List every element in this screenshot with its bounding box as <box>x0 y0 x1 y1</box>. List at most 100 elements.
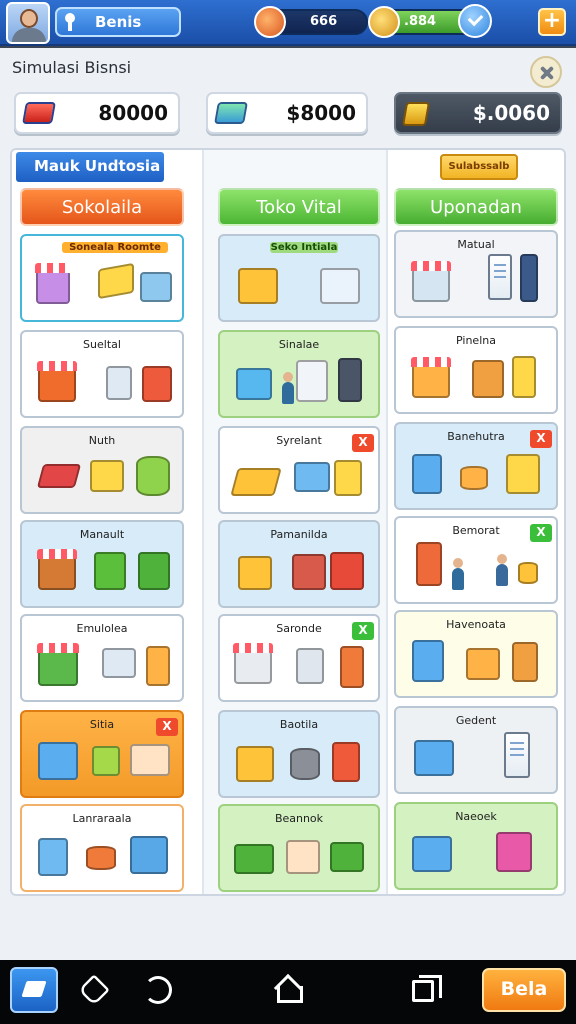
green-crate-icon <box>94 552 126 590</box>
business-card[interactable]: Baotila <box>218 710 380 798</box>
settings-icon[interactable] <box>530 56 562 88</box>
red-cabinet-icon <box>332 742 360 782</box>
shelf-icon <box>340 646 364 688</box>
document-icon <box>488 254 512 300</box>
cabinet-icon <box>146 646 170 686</box>
business-card[interactable]: Emulolea <box>20 614 184 702</box>
close-badge[interactable]: X <box>530 430 552 448</box>
business-card[interactable]: Seko Intiala <box>218 234 380 322</box>
person-icon <box>452 558 464 590</box>
close-badge[interactable]: X <box>352 622 374 640</box>
check-icon[interactable] <box>458 4 492 38</box>
vending-icon <box>296 360 328 402</box>
card-label: Lanraraala <box>72 812 132 825</box>
shop-icon <box>37 549 77 590</box>
cabinet-icon <box>472 360 504 398</box>
gold-coin-icon <box>401 102 431 126</box>
fridge-icon <box>412 640 444 682</box>
business-card[interactable]: Manault <box>20 520 184 608</box>
business-card[interactable]: Gedent <box>394 706 558 794</box>
cookie-icon <box>368 6 400 38</box>
business-card[interactable]: Banehutra X <box>394 422 558 510</box>
shop-icon <box>35 263 71 304</box>
card-label: Gedent <box>455 714 497 727</box>
business-card[interactable]: Havenoata <box>394 610 558 698</box>
document-icon <box>504 732 530 778</box>
parcel-icon <box>286 840 320 874</box>
person-icon <box>496 554 508 586</box>
currency-value-2: $8000 <box>286 101 356 125</box>
card-label: Soneala Roomte <box>62 242 168 253</box>
yellow-panel-icon <box>334 460 362 496</box>
blue-crate-icon <box>130 836 168 874</box>
barrel-icon <box>290 748 320 780</box>
avatar[interactable] <box>6 2 50 44</box>
register-icon <box>140 272 172 302</box>
card-label: Matual <box>457 238 495 251</box>
card-label: Pinelna <box>456 334 496 347</box>
close-badge[interactable]: X <box>352 434 374 452</box>
card-label: Manault <box>79 528 125 541</box>
home-icon[interactable] <box>274 976 303 1004</box>
business-card[interactable]: Pinelna <box>394 326 558 414</box>
red-crate-icon <box>330 552 364 590</box>
business-card[interactable]: Bemorat X <box>394 516 558 604</box>
resource-a-value: 666 <box>310 14 338 29</box>
page-title: Simulasi Bisnsi <box>12 58 132 77</box>
card-label: Emulolea <box>76 622 128 635</box>
player-name-pill[interactable]: Benis <box>55 7 181 37</box>
green-crate-icon <box>330 842 364 872</box>
fridge-icon <box>412 454 442 494</box>
card-label: Havenoata <box>446 618 506 631</box>
close-badge[interactable]: X <box>156 718 178 736</box>
add-resource-button[interactable]: + <box>538 8 566 36</box>
business-card[interactable]: Pamanilda <box>218 520 380 608</box>
business-card[interactable]: Sitia X <box>20 710 184 798</box>
business-card[interactable]: Syrelant X <box>218 426 380 514</box>
business-card[interactable]: Naeoek <box>394 802 558 890</box>
undo-icon[interactable] <box>144 976 172 1004</box>
person-icon <box>282 372 294 404</box>
yellow-box-icon <box>238 268 278 304</box>
business-card[interactable]: Matual <box>394 230 558 318</box>
card-label: Naeoek <box>455 810 497 823</box>
cart-icon <box>98 262 134 300</box>
currency-card-1: 80000 <box>14 92 180 134</box>
business-card[interactable]: Lanraraala <box>20 804 184 892</box>
business-card[interactable]: Soneala Roomte <box>20 234 184 322</box>
resource-b-value: .884 <box>404 14 437 29</box>
map-button[interactable] <box>10 967 58 1013</box>
column-2-button[interactable]: Toko Vital <box>218 188 380 226</box>
column-3: Sulabssalb Uponadan Matual Pinelna Baneh… <box>392 150 564 894</box>
fruit-icon <box>254 6 286 38</box>
pot-icon <box>460 466 488 490</box>
card-label: Nuth <box>88 434 116 447</box>
business-card[interactable]: Sueltal <box>20 330 184 418</box>
display-icon <box>102 648 136 678</box>
red-block-icon <box>36 464 82 488</box>
close-badge[interactable]: X <box>530 524 552 542</box>
business-card[interactable]: Sinalae <box>218 330 380 418</box>
business-card[interactable]: Saronde X <box>218 614 380 702</box>
column-3-tag: Sulabssalb <box>440 154 518 180</box>
business-card[interactable]: Beannok <box>218 804 380 892</box>
fridge-icon <box>38 838 68 876</box>
column-1-tag: Mauk Undtosia <box>16 152 164 182</box>
column-1: Mauk Undtosia Sokolaila Soneala Roomte S… <box>14 150 194 894</box>
buy-button[interactable]: Bela <box>482 968 566 1012</box>
column-2: Toko Vital Seko Intiala Sinalae Syrelant… <box>202 150 388 894</box>
yellow-box-icon <box>236 746 274 782</box>
pink-box-icon <box>496 832 532 872</box>
main-panel: Simulasi Bisnsi 80000 $8000 $.0060 Mauk … <box>0 48 576 960</box>
cheese-icon <box>230 468 282 496</box>
shield-icon[interactable] <box>78 974 110 1006</box>
business-card[interactable]: Nuth <box>20 426 184 514</box>
resource-a-pill[interactable]: 666 <box>254 6 368 38</box>
currency-card-3: $.0060 <box>394 92 562 134</box>
column-3-button[interactable]: Uponadan <box>394 188 558 226</box>
top-bar: Benis 666 .884 + <box>0 0 576 46</box>
recent-apps-icon[interactable] <box>412 975 442 1002</box>
yellow-box-icon <box>506 454 540 494</box>
sack-icon <box>130 744 170 776</box>
column-1-button[interactable]: Sokolaila <box>20 188 184 226</box>
